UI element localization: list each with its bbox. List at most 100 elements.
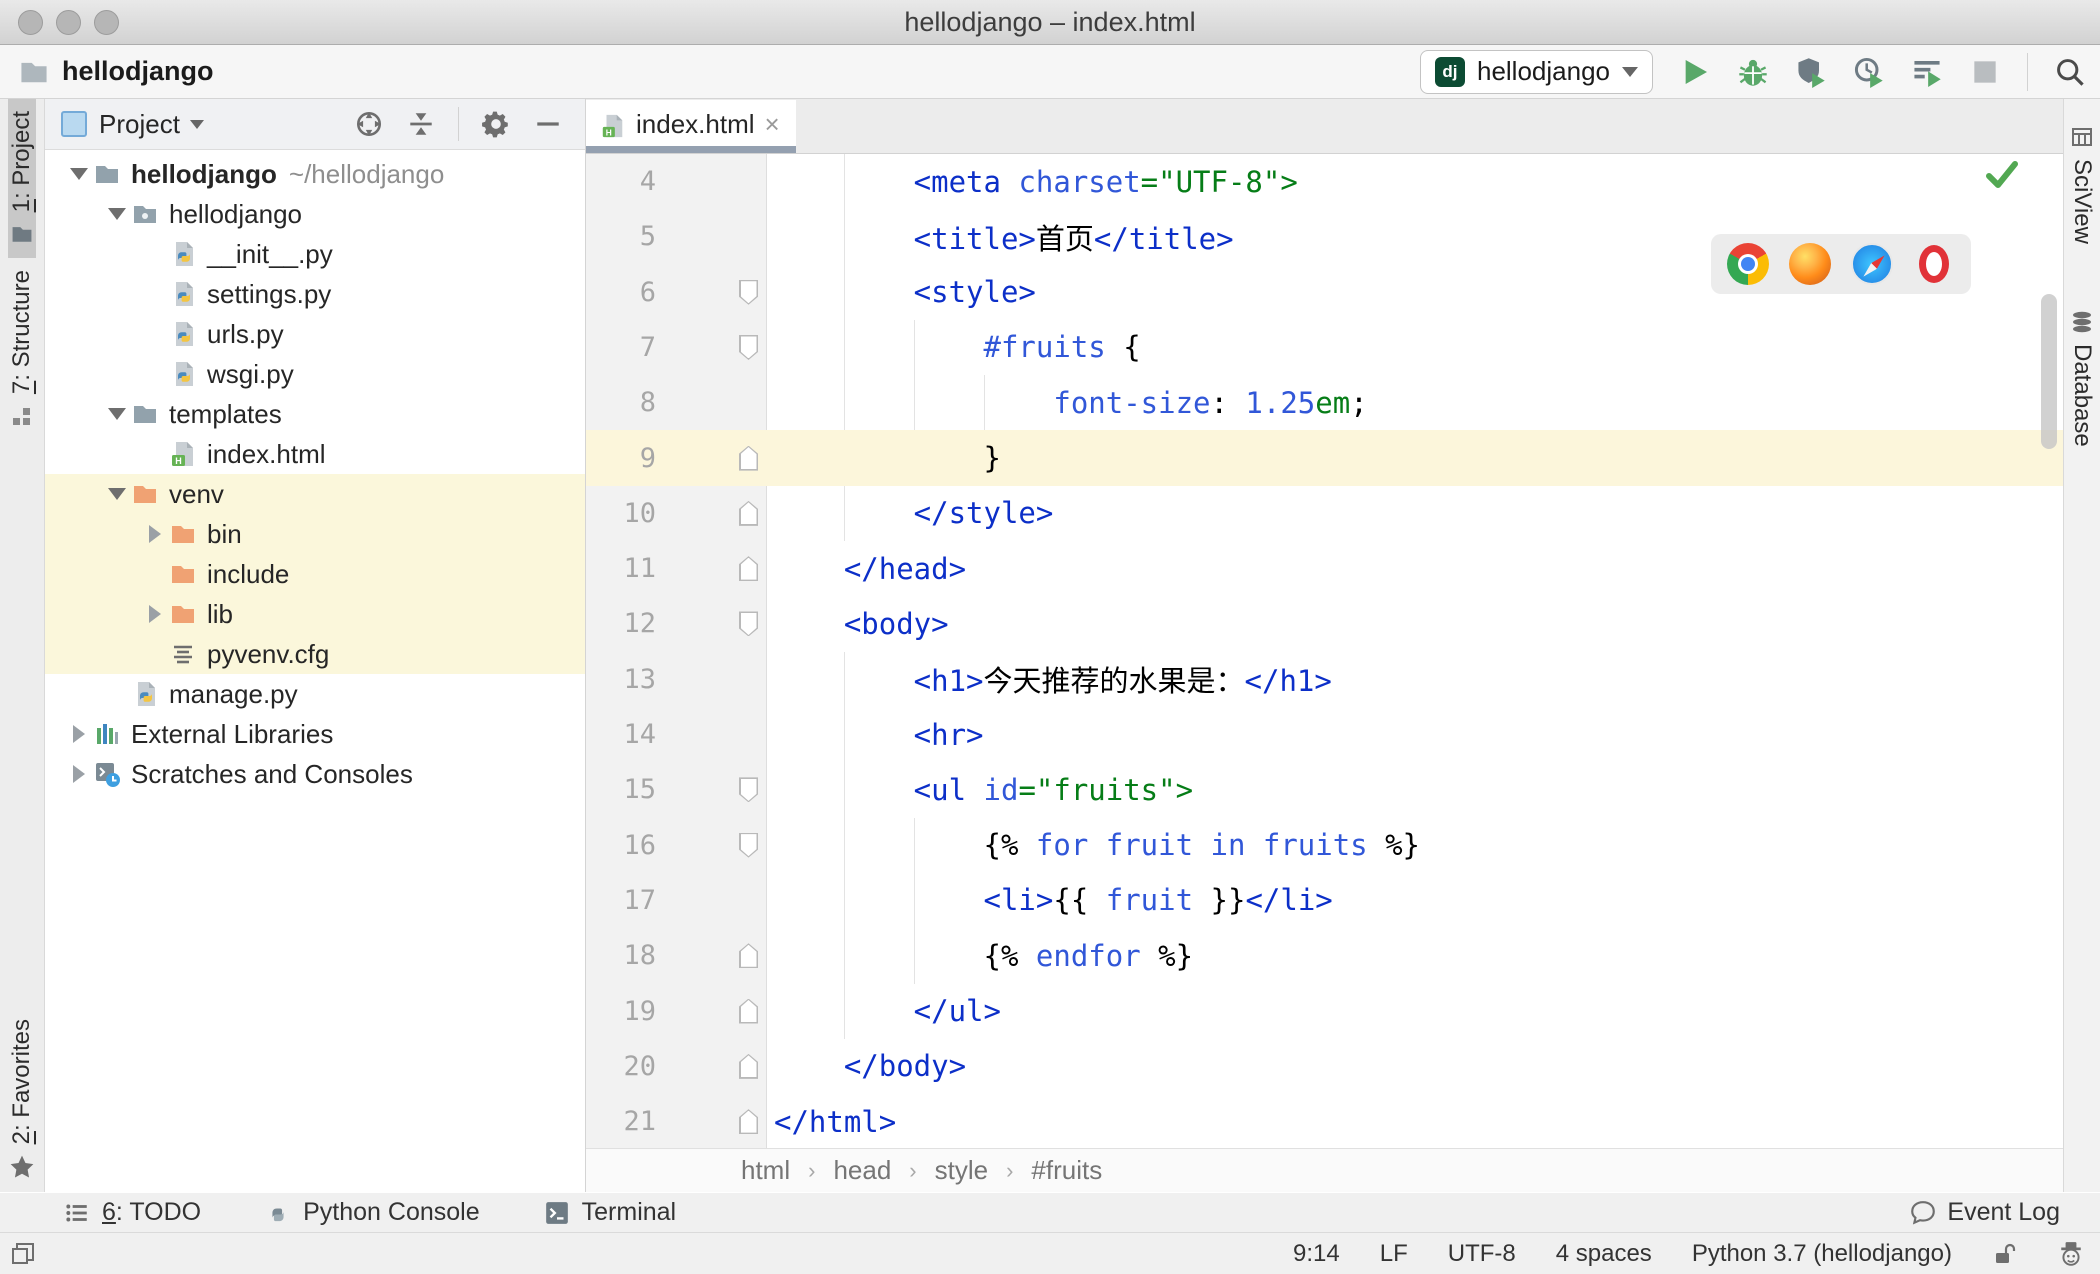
- code-line-17[interactable]: 17 <li>{{ fruit }}</li>: [586, 873, 2063, 928]
- tree-item-scratches-and-consoles[interactable]: Scratches and Consoles: [45, 754, 585, 794]
- indent-widget[interactable]: 4 spaces: [1556, 1240, 1652, 1268]
- encoding-widget[interactable]: UTF-8: [1448, 1240, 1516, 1268]
- hide-panel-button[interactable]: [533, 109, 563, 139]
- code-line-9-caret-line[interactable]: 9 }: [586, 430, 2063, 486]
- tab-label: index.html: [636, 108, 755, 139]
- close-tab-icon[interactable]: ×: [765, 109, 780, 140]
- fold-marker-icon[interactable]: [739, 556, 758, 582]
- fold-marker-icon[interactable]: [739, 611, 758, 637]
- select-opened-file-button[interactable]: [354, 109, 384, 139]
- tool-tab-favorites[interactable]: 2: Favorites: [0, 1007, 44, 1192]
- tool-tab-database[interactable]: Database: [2068, 310, 2096, 447]
- tool-tab-sciview[interactable]: SciView: [2068, 125, 2096, 244]
- collapsed-arrow-icon: [73, 765, 85, 783]
- code-line-20[interactable]: 20 </body>: [586, 1039, 2063, 1094]
- run-button[interactable]: [1679, 56, 1711, 88]
- code-line-13[interactable]: 13 <h1>今天推荐的水果是：</h1>: [586, 652, 2063, 707]
- code-line-8[interactable]: 8 font-size: 1.25em;: [586, 375, 2063, 430]
- fold-marker-icon[interactable]: [739, 500, 758, 526]
- settings-gear-icon[interactable]: [481, 109, 511, 139]
- fold-marker-icon[interactable]: [739, 943, 758, 969]
- terminal-toolwindow-button[interactable]: Terminal: [544, 1198, 676, 1227]
- code-line-7[interactable]: 7 #fruits {: [586, 320, 2063, 375]
- line-number: 6: [639, 276, 656, 308]
- todo-toolwindow-button[interactable]: 6: TODO: [64, 1198, 201, 1227]
- code-line-11[interactable]: 11 </head>: [586, 541, 2063, 596]
- hector-inspector-icon[interactable]: [2058, 1241, 2084, 1267]
- code-editor[interactable]: 4 <meta charset="UTF-8"> 5 <title>首页</ti…: [586, 153, 2063, 1149]
- firefox-browser-icon[interactable]: [1789, 242, 1831, 285]
- tree-item-manage-py[interactable]: manage.py: [45, 674, 585, 714]
- code-line-12[interactable]: 12 <body>: [586, 596, 2063, 651]
- fold-marker-icon[interactable]: [739, 279, 758, 305]
- fold-marker-icon[interactable]: [739, 998, 758, 1024]
- line-ending-widget[interactable]: LF: [1380, 1240, 1408, 1268]
- breadcrumb-fruits[interactable]: #fruits: [1031, 1155, 1102, 1186]
- tree-item-wsgi-py[interactable]: wsgi.py: [45, 354, 585, 394]
- fold-marker-icon[interactable]: [739, 777, 758, 803]
- run-configuration-selector[interactable]: dj hellodjango: [1419, 49, 1653, 94]
- code-line-4[interactable]: 4 <meta charset="UTF-8">: [586, 154, 2063, 209]
- python-file-icon: [176, 362, 193, 386]
- editor-area: H index.html × 4 <meta charset="UTF-8"> …: [586, 99, 2063, 1192]
- tab-index-html[interactable]: H index.html ×: [586, 99, 796, 153]
- chrome-browser-icon[interactable]: [1727, 242, 1769, 285]
- tree-item-index-html[interactable]: H index.html: [45, 434, 585, 474]
- tree-item-settings-py[interactable]: settings.py: [45, 274, 585, 314]
- code-line-10[interactable]: 10 </style>: [586, 486, 2063, 541]
- caret-position-widget[interactable]: 9:14: [1293, 1240, 1340, 1268]
- fold-marker-icon[interactable]: [739, 334, 758, 360]
- tool-tab-project[interactable]: 1: Project: [8, 99, 36, 259]
- code-line-21[interactable]: 21 </html>: [586, 1094, 2063, 1148]
- search-everywhere-icon[interactable]: [2054, 56, 2086, 88]
- event-log-button[interactable]: Event Log: [1909, 1198, 2060, 1227]
- code-line-19[interactable]: 19 </ul>: [586, 983, 2063, 1038]
- tree-item-lib[interactable]: lib: [45, 594, 585, 634]
- run-with-coverage-button[interactable]: [1795, 56, 1827, 88]
- unlocked-padlock-icon[interactable]: [1992, 1241, 2018, 1267]
- editor-scrollbar-thumb[interactable]: [2041, 293, 2057, 449]
- navigation-bar-crumb[interactable]: hellodjango: [18, 56, 214, 88]
- tree-item-include[interactable]: include: [45, 554, 585, 594]
- tree-item-pyvenv-cfg[interactable]: pyvenv.cfg: [45, 634, 585, 674]
- profiler-button[interactable]: [1853, 56, 1885, 88]
- debug-button[interactable]: [1737, 56, 1769, 88]
- code-line-15[interactable]: 15 <ul id="fruits">: [586, 762, 2063, 817]
- tool-tab-structure[interactable]: 7: Structure: [8, 258, 36, 440]
- interpreter-widget[interactable]: Python 3.7 (hellodjango): [1692, 1240, 1952, 1268]
- run-with-settings-button[interactable]: [1911, 56, 1943, 88]
- opera-browser-icon[interactable]: [1919, 244, 1949, 283]
- python-console-button-label: Python Console: [303, 1198, 480, 1226]
- folder-icon: [12, 227, 32, 243]
- collapse-all-button[interactable]: [406, 109, 436, 139]
- breadcrumb-html[interactable]: html: [741, 1155, 790, 1186]
- tree-item-root-hellodjango[interactable]: hellodjango ~/hellodjango: [45, 154, 585, 194]
- libraries-icon: [97, 724, 118, 744]
- fold-marker-icon[interactable]: [739, 1109, 758, 1135]
- tree-item-external-libraries[interactable]: External Libraries: [45, 714, 585, 754]
- code-line-18[interactable]: 18 {% endfor %}: [586, 928, 2063, 983]
- safari-browser-icon[interactable]: [1851, 242, 1893, 285]
- tree-item-urls-py[interactable]: urls.py: [45, 314, 585, 354]
- breadcrumb-head[interactable]: head: [833, 1155, 891, 1186]
- python-console-toolwindow-button[interactable]: Python Console: [265, 1198, 480, 1227]
- code-line-14[interactable]: 14 <hr>: [586, 707, 2063, 762]
- tree-item-bin[interactable]: bin: [45, 514, 585, 554]
- tree-item-hellodjango-package[interactable]: hellodjango: [45, 194, 585, 234]
- fold-marker-icon[interactable]: [739, 445, 758, 471]
- tree-item-init-py[interactable]: __init__.py: [45, 234, 585, 274]
- chevron-down-icon[interactable]: [189, 119, 204, 129]
- project-view-selector[interactable]: Project: [99, 109, 180, 140]
- fold-marker-icon[interactable]: [739, 1053, 758, 1079]
- inspections-ok-icon[interactable]: [1985, 160, 2019, 190]
- code-line-16[interactable]: 16 {% for fruit in fruits %}: [586, 818, 2063, 873]
- breadcrumb-style[interactable]: style: [935, 1155, 988, 1186]
- tree-item-venv[interactable]: venv: [45, 474, 585, 514]
- collapsed-arrow-icon: [149, 605, 161, 623]
- django-config-icon: dj: [1434, 56, 1465, 87]
- stop-button[interactable]: [1969, 56, 2001, 88]
- tree-item-templates[interactable]: templates: [45, 394, 585, 434]
- fold-marker-icon[interactable]: [739, 832, 758, 858]
- status-bar: 9:14 LF UTF-8 4 spaces Python 3.7 (hello…: [0, 1233, 2100, 1274]
- toggle-toolwindows-icon[interactable]: [10, 1241, 36, 1267]
